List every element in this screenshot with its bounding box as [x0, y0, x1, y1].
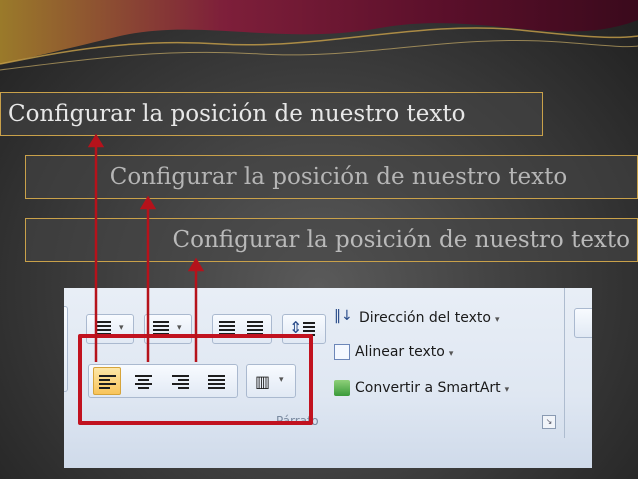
banner-left-aligned: Configurar la posición de nuestro texto	[0, 92, 543, 136]
smartart-icon	[334, 380, 350, 396]
convert-smartart-command[interactable]: Convertir a SmartArt ▾	[334, 380, 509, 396]
dialog-launcher-icon[interactable]: ↘	[542, 415, 556, 429]
next-group-edge	[574, 308, 592, 338]
banner-center-text: Configurar la posición de nuestro texto	[109, 164, 568, 190]
align-text-icon	[334, 344, 350, 360]
align-text-label: Alinear texto	[355, 344, 445, 360]
alignment-highlight-box	[78, 334, 313, 425]
banner-center-aligned: Configurar la posición de nuestro texto	[25, 155, 638, 199]
text-direction-command[interactable]: ‖↓ Dirección del texto ▾	[334, 308, 499, 328]
banner-right-text: Configurar la posición de nuestro texto	[172, 227, 630, 253]
align-text-command[interactable]: Alinear texto ▾	[334, 344, 453, 360]
text-direction-icon: ‖↓	[334, 308, 353, 324]
ribbon-separator	[564, 288, 565, 438]
convert-smartart-label: Convertir a SmartArt	[355, 380, 501, 396]
banner-right-aligned: Configurar la posición de nuestro texto	[25, 218, 638, 262]
text-direction-label: Dirección del texto	[359, 310, 491, 326]
banner-left-text: Configurar la posición de nuestro texto	[8, 101, 466, 127]
header-wave-decoration	[0, 0, 638, 71]
ribbon-left-edge	[64, 306, 68, 392]
